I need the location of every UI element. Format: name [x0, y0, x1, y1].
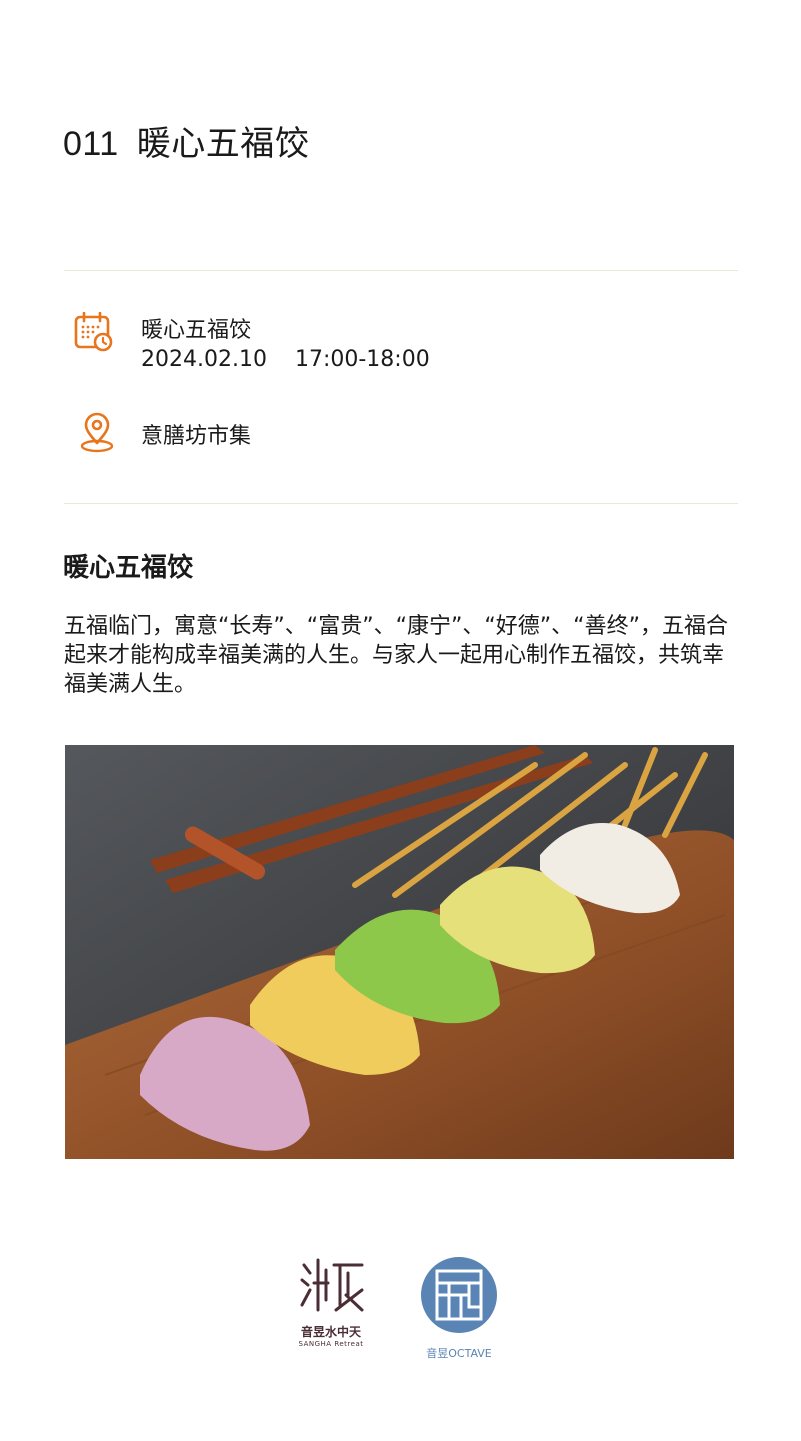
sangha-logo-icon	[300, 1258, 364, 1312]
location-pin-icon	[80, 412, 114, 453]
location-name: 意膳坊市集	[141, 424, 252, 449]
octave-logo: 音昱OCTAVE	[416, 1255, 502, 1361]
page-title: 011 暖心五福饺	[63, 116, 309, 165]
event-title: 暖心五福饺	[136, 124, 310, 164]
footer-logos: 音昱水中天 SANGHA Retreat 音昱OCTAVE	[290, 1255, 510, 1365]
event-number: 011	[63, 125, 119, 163]
event-name: 暖心五福饺	[141, 318, 252, 343]
octave-logo-icon	[421, 1257, 497, 1333]
section-title: 暖心五福饺	[63, 553, 194, 583]
divider	[64, 503, 738, 504]
calendar-clock-icon	[74, 312, 113, 352]
sangha-caption: 音昱水中天	[300, 1325, 361, 1339]
sangha-logo: 音昱水中天 SANGHA Retreat	[290, 1255, 372, 1348]
octave-caption: 音昱OCTAVE	[426, 1347, 492, 1360]
event-date: 2024.02.10	[141, 347, 267, 372]
event-datetime: 2024.02.10 17:00-18:00	[141, 345, 541, 374]
sangha-subcaption: SANGHA Retreat	[298, 1340, 364, 1348]
event-info: 暖心五福饺 2024.02.10 17:00-18:00	[74, 312, 430, 372]
event-details: 暖心五福饺 2024.02.10 17:00-18:00	[141, 316, 541, 374]
divider	[64, 270, 738, 271]
event-time: 17:00-18:00	[294, 347, 430, 372]
dumpling-photo	[65, 745, 734, 1159]
event-location: 意膳坊市集	[78, 412, 251, 458]
dumpling-illustration	[65, 745, 734, 1159]
event-description: 五福临门，寓意“长寿”、“富贵”、“康宁”、“好德”、“善终”，五福合起来才能构…	[64, 614, 728, 697]
